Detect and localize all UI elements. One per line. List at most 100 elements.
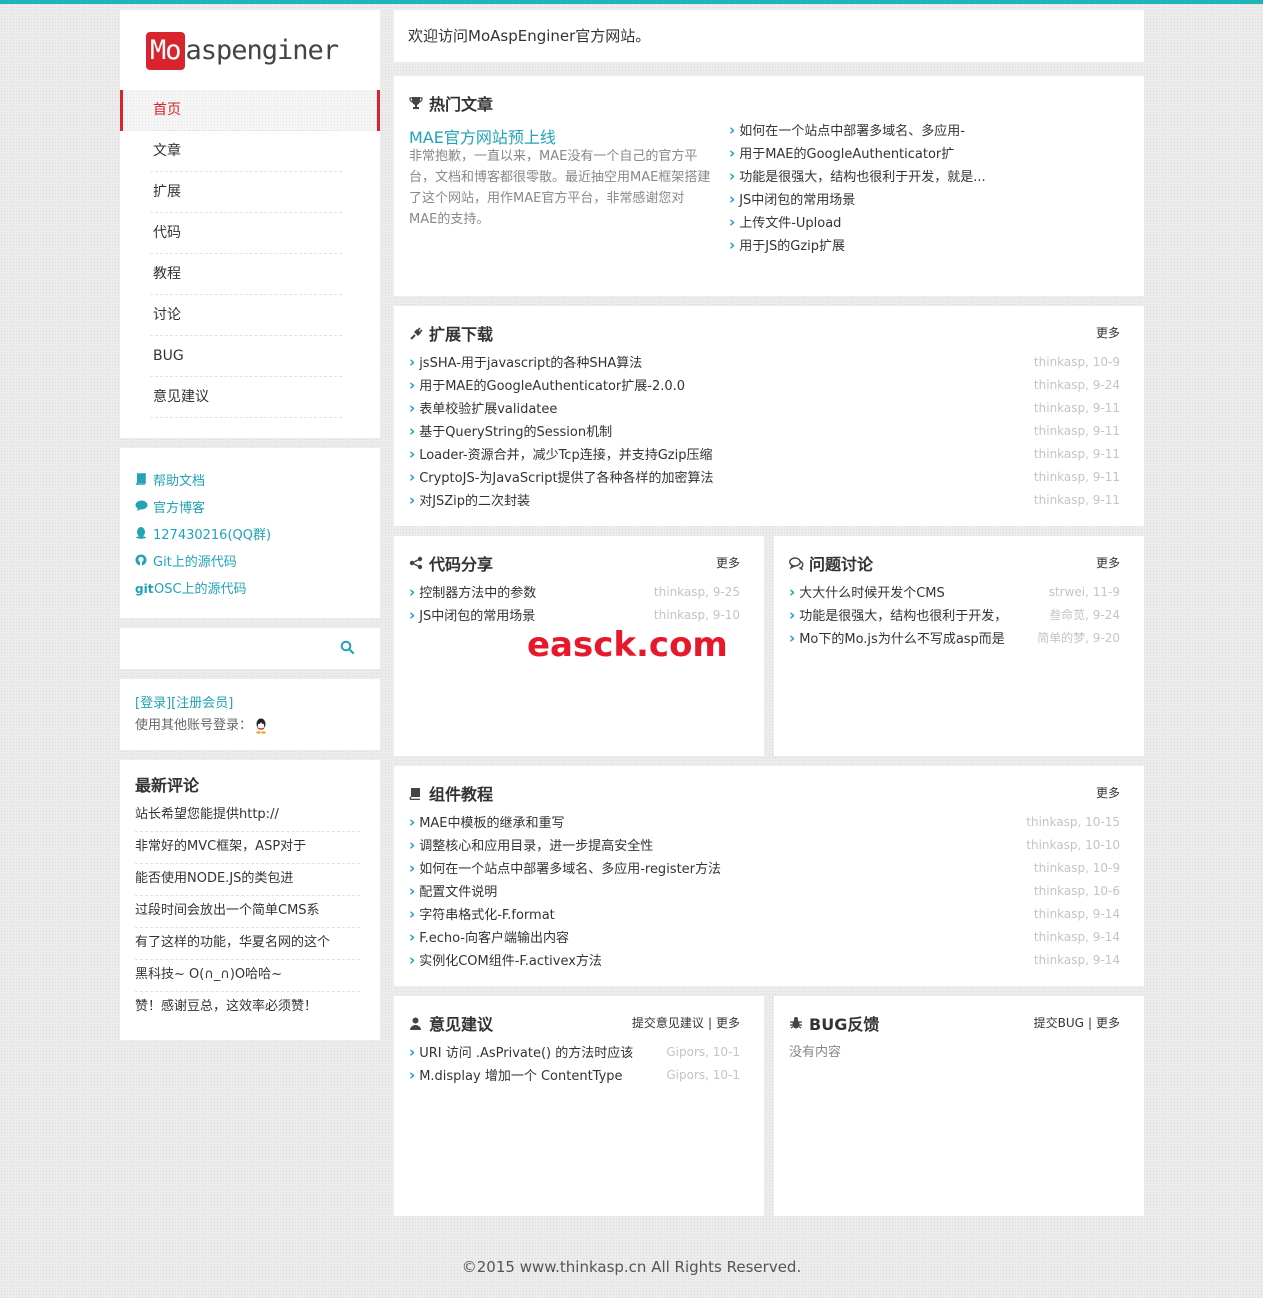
- list-item[interactable]: M.display 增加一个 ContentTypeGipors, 10-1: [409, 1064, 740, 1087]
- list-item[interactable]: jsSHA-用于javascript的各种SHA算法thinkasp, 10-9: [409, 351, 1120, 374]
- nav-item-tutorials[interactable]: 教程: [120, 254, 380, 295]
- link-official-blog[interactable]: 官方博客: [135, 495, 271, 522]
- site-logo[interactable]: Mo aspenginer: [146, 32, 340, 70]
- bug-feedback-panel: BUG反馈 提交BUG | 更多 没有内容: [774, 996, 1144, 1216]
- list-item[interactable]: MAE中模板的继承和重写thinkasp, 10-15: [409, 811, 1120, 834]
- github-icon: [135, 549, 153, 576]
- book-icon: [409, 787, 429, 800]
- login-panel: [登录][注册会员] 使用其他账号登录：: [120, 679, 380, 750]
- latest-comments-panel: 最新评论 站长希望您能提供http:// 非常好的MVC框架，ASP对于 能否使…: [120, 760, 380, 1040]
- comment-item[interactable]: 过段时间会放出一个简单CMS系: [135, 896, 360, 928]
- list-item[interactable]: 基于QueryString的Session机制thinkasp, 9-11: [409, 420, 1120, 443]
- hot-list: 如何在一个站点中部署多域名、多应用- 用于MAE的GoogleAuthentic…: [729, 119, 1009, 257]
- bug-icon: [789, 1016, 809, 1030]
- advice-more-link[interactable]: 更多: [716, 1016, 740, 1030]
- ext-title: 扩展下载: [429, 325, 494, 344]
- list-item[interactable]: 用于MAE的GoogleAuthenticator扩: [729, 142, 1009, 165]
- welcome-text: 欢迎访问MoAspEnginer官方网站。: [408, 27, 651, 45]
- comments-title: 最新评论: [135, 776, 200, 795]
- search-panel[interactable]: [120, 628, 380, 669]
- list-item[interactable]: 表单校验扩展validateethinkasp, 9-11: [409, 397, 1120, 420]
- git-icon: git: [135, 582, 154, 596]
- qq-login-icon[interactable]: [254, 718, 268, 734]
- logo-badge: Mo: [146, 32, 185, 70]
- advice-title: 意见建议: [429, 1015, 494, 1034]
- list-item[interactable]: 如何在一个站点中部署多域名、多应用-: [729, 119, 1009, 142]
- nav-item-bug[interactable]: BUG: [120, 336, 380, 377]
- list-item[interactable]: JS中闭包的常用场景thinkasp, 9-10: [409, 604, 740, 627]
- comment-item[interactable]: 站长希望您能提供http://: [135, 800, 360, 832]
- nav-item-extensions[interactable]: 扩展: [120, 172, 380, 213]
- list-item[interactable]: 实例化COM组件-F.activex方法thinkasp, 9-14: [409, 949, 1120, 972]
- advice-submit-link[interactable]: 提交意见建议: [632, 1016, 704, 1030]
- plug-icon: [409, 326, 429, 341]
- watermark-text: easck.com: [527, 625, 728, 665]
- bug-more-link[interactable]: 更多: [1096, 1016, 1120, 1030]
- comment-item[interactable]: 有了这样的功能，华夏名网的这个: [135, 928, 360, 960]
- list-item[interactable]: 用于MAE的GoogleAuthenticator扩展-2.0.0thinkas…: [409, 374, 1120, 397]
- link-github-source[interactable]: Git上的源代码: [135, 549, 271, 576]
- list-item[interactable]: 如何在一个站点中部署多域名、多应用-register方法thinkasp, 10…: [409, 857, 1120, 880]
- bug-submit-link[interactable]: 提交BUG: [1034, 1016, 1084, 1030]
- discuss-title: 问题讨论: [809, 555, 874, 574]
- comment-item[interactable]: 能否使用NODE.JS的类包进: [135, 864, 360, 896]
- code-title: 代码分享: [429, 555, 494, 574]
- welcome-panel: 欢迎访问MoAspEnginer官方网站。: [394, 10, 1144, 62]
- list-item[interactable]: URI 访问 .AsPrivate() 的方法时应该Gipors, 10-1: [409, 1041, 740, 1064]
- bug-title: BUG反馈: [809, 1015, 880, 1034]
- main-nav: 首页 文章 扩展 代码 教程 讨论 BUG 意见建议: [120, 90, 380, 418]
- list-item[interactable]: 上传文件-Upload: [729, 211, 1009, 234]
- list-item[interactable]: F.echo-向客户端输出内容thinkasp, 9-14: [409, 926, 1120, 949]
- list-item[interactable]: 控制器方法中的参数thinkasp, 9-25: [409, 581, 740, 604]
- ext-more-link[interactable]: 更多: [1096, 324, 1120, 341]
- list-item[interactable]: Mo下的Mo.js为什么不写成asp而是简单的梦, 9-20: [789, 627, 1120, 650]
- comment-item[interactable]: 赞！感谢豆总，这效率必须赞！: [135, 992, 360, 1024]
- bug-empty-text: 没有内容: [789, 1045, 842, 1060]
- list-item[interactable]: 功能是很强大，结构也很利于开发，就是...: [729, 165, 1009, 188]
- comment-item[interactable]: 黑科技~ O(∩_∩)O哈哈~: [135, 960, 360, 992]
- ext-list: jsSHA-用于javascript的各种SHA算法thinkasp, 10-9…: [409, 351, 1120, 512]
- advice-list: URI 访问 .AsPrivate() 的方法时应该Gipors, 10-1 M…: [409, 1041, 740, 1087]
- link-osc-source[interactable]: git OSC上的源代码: [135, 576, 271, 603]
- other-login-label: 使用其他账号登录：: [135, 718, 253, 733]
- list-item[interactable]: JS中闭包的常用场景: [729, 188, 1009, 211]
- list-item[interactable]: 功能是很强大，结构也很利于开发，叁命苋, 9-24: [789, 604, 1120, 627]
- nav-item-articles[interactable]: 文章: [120, 131, 380, 172]
- comment-item[interactable]: 非常好的MVC框架，ASP对于: [135, 832, 360, 864]
- list-item[interactable]: 用于JS的Gzip扩展: [729, 234, 1009, 257]
- list-item[interactable]: 大大什么时候开发个CMSstrwei, 11-9: [789, 581, 1120, 604]
- nav-item-advice[interactable]: 意见建议: [120, 377, 380, 418]
- hot-featured-title[interactable]: MAE官方网站预上线: [409, 124, 556, 148]
- list-item[interactable]: 配置文件说明thinkasp, 10-6: [409, 880, 1120, 903]
- register-link[interactable]: [注册会员]: [171, 696, 233, 711]
- code-list: 控制器方法中的参数thinkasp, 9-25 JS中闭包的常用场景thinka…: [409, 581, 740, 627]
- code-more-link[interactable]: 更多: [716, 554, 740, 571]
- list-item[interactable]: 调整核心和应用目录，进一步提高安全性thinkasp, 10-10: [409, 834, 1120, 857]
- nav-item-discuss[interactable]: 讨论: [120, 295, 380, 336]
- advice-panel: 意见建议 提交意见建议|更多 URI 访问 .AsPrivate() 的方法时应…: [394, 996, 764, 1216]
- hot-articles-panel: 热门文章 MAE官方网站预上线 非常抱歉，一直以来，MAE没有一个自己的官方平台…: [394, 76, 1144, 296]
- trophy-icon: [409, 96, 429, 110]
- discuss-more-link[interactable]: 更多: [1096, 554, 1120, 571]
- logo-text: aspenginer: [185, 35, 340, 66]
- comments-icon: [789, 556, 809, 570]
- nav-item-home[interactable]: 首页: [120, 90, 380, 131]
- hot-title: 热门文章: [429, 95, 494, 114]
- tut-title: 组件教程: [429, 785, 494, 804]
- user-icon: [409, 1017, 429, 1030]
- link-help-docs[interactable]: 帮助文档: [135, 468, 271, 495]
- list-item[interactable]: CryptoJS-为JavaScript提供了各种各样的加密算法thinkasp…: [409, 466, 1120, 489]
- comment-icon: [135, 495, 153, 522]
- list-item[interactable]: 字符串格式化-F.formatthinkasp, 9-14: [409, 903, 1120, 926]
- nav-item-code[interactable]: 代码: [120, 213, 380, 254]
- hot-featured-desc: 非常抱歉，一直以来，MAE没有一个自己的官方平台，文档和博客都很零散。最近抽空用…: [409, 149, 711, 227]
- tut-more-link[interactable]: 更多: [1096, 784, 1120, 801]
- search-icon[interactable]: [340, 640, 354, 654]
- tutorials-panel: 组件教程 更多 MAE中模板的继承和重写thinkasp, 10-15 调整核心…: [394, 766, 1144, 986]
- login-link[interactable]: [登录]: [135, 696, 171, 711]
- sidebar-nav-panel: Mo aspenginer 首页 文章 扩展 代码 教程 讨论 BUG 意见建议: [120, 10, 380, 438]
- list-item[interactable]: Loader-资源合并，减少Tcp连接，并支持Gzip压缩thinkasp, 9…: [409, 443, 1120, 466]
- qq-icon: [135, 522, 153, 549]
- list-item[interactable]: 对JSZip的二次封装thinkasp, 9-11: [409, 489, 1120, 512]
- link-qq-group[interactable]: 127430216(QQ群): [135, 522, 271, 549]
